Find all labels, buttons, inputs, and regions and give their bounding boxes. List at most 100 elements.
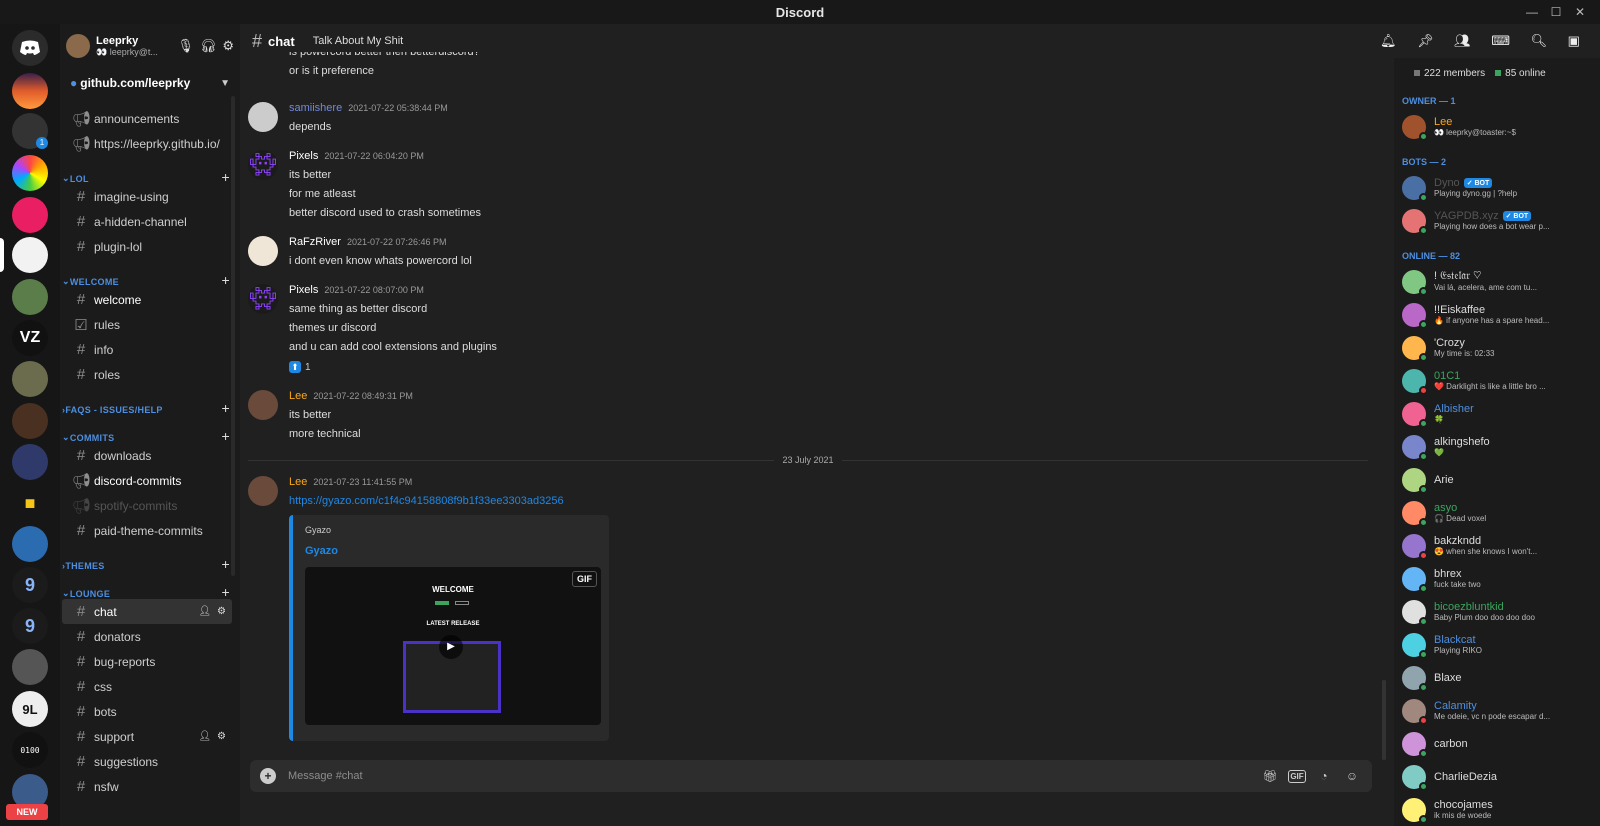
member-item[interactable]: carbon: [1394, 727, 1600, 760]
channel-imagine-using[interactable]: # imagine-using: [62, 184, 232, 209]
reaction[interactable]: ⬆ 1: [289, 358, 311, 376]
server-icon[interactable]: [12, 403, 48, 439]
discord-home-icon[interactable]: [12, 30, 48, 66]
inbox-icon[interactable]: ▣: [1568, 33, 1580, 49]
add-channel-icon[interactable]: +: [222, 585, 230, 599]
channel-welcome[interactable]: # welcome: [62, 287, 232, 312]
channel-website[interactable]: 📢︎ https://leeprky.github.io/: [62, 131, 232, 156]
server-icon[interactable]: 9: [12, 608, 48, 644]
member-item[interactable]: CharlieDezia: [1394, 760, 1600, 793]
channel-bug-reports[interactable]: # bug-reports: [62, 649, 232, 674]
channel-announcements[interactable]: 📢︎ announcements: [62, 106, 232, 131]
avatar[interactable]: [248, 476, 278, 506]
add-channel-icon[interactable]: +: [222, 170, 230, 184]
server-icon[interactable]: [12, 361, 48, 397]
member-item[interactable]: Dyno ✓ BOT Playing dyno.gg | ?help: [1394, 171, 1600, 204]
message-author[interactable]: RaFzRiver: [289, 236, 341, 248]
channel-downloads[interactable]: # downloads: [62, 443, 232, 468]
category-commits[interactable]: ⌄ COMMITS +: [60, 423, 240, 443]
microphone-icon[interactable]: 🎙︎: [177, 38, 194, 54]
channel-bots[interactable]: # bots: [62, 699, 232, 724]
chevron-down-icon[interactable]: ▼: [220, 78, 230, 89]
channel-support[interactable]: # support 👤︎ ⚙: [62, 724, 232, 749]
member-item[interactable]: Calamity Me odeie, vc n pode escapar d...: [1394, 694, 1600, 727]
server-icon[interactable]: VZ: [12, 320, 48, 356]
member-item[interactable]: Albisher 🍀: [1394, 397, 1600, 430]
add-channel-icon[interactable]: +: [222, 401, 230, 415]
chat-scrollbar[interactable]: [1382, 680, 1386, 760]
message-link[interactable]: https://gyazo.com/c1f4c94158808f9b1f33ee…: [289, 495, 564, 507]
channel-nsfw[interactable]: # nsfw: [62, 774, 232, 799]
member-item[interactable]: asyo 🎧 Dead voxel: [1394, 496, 1600, 529]
close-icon[interactable]: ✕: [1568, 0, 1592, 24]
gif-icon[interactable]: GIF: [1288, 769, 1306, 783]
avatar[interactable]: 👾︎: [248, 150, 278, 180]
channel-a-hidden-channel[interactable]: # a-hidden-channel: [62, 209, 232, 234]
server-icon-active[interactable]: [12, 237, 48, 273]
add-channel-icon[interactable]: +: [222, 429, 230, 443]
add-channel-icon[interactable]: +: [222, 557, 230, 571]
category-faqs[interactable]: › FAQS - ISSUES/HELP +: [60, 395, 240, 415]
member-item[interactable]: Arie: [1394, 463, 1600, 496]
gear-icon[interactable]: ⚙: [217, 731, 226, 742]
server-icon[interactable]: [12, 197, 48, 233]
member-item[interactable]: ! 𝔈𝔰𝔱𝔢𝔩𝔞𝔯 ♡ Vai lá, acelera, ame com tu..…: [1394, 265, 1600, 298]
server-icon[interactable]: [12, 444, 48, 480]
add-channel-icon[interactable]: +: [222, 273, 230, 287]
server-icon[interactable]: [12, 526, 48, 562]
member-item[interactable]: !!Eiskaffee 🔥 if anyone has a spare head.…: [1394, 298, 1600, 331]
avatar[interactable]: 👾︎: [248, 284, 278, 314]
member-item[interactable]: YAGPDB.xyz ✓ BOT Playing how does a bot we…: [1394, 204, 1600, 237]
add-attachment-icon[interactable]: +: [260, 768, 276, 784]
channel-chat[interactable]: # chat 👤︎ ⚙: [62, 599, 232, 624]
category-themes[interactable]: › THEMES +: [60, 551, 240, 571]
message-author[interactable]: Pixels: [289, 284, 318, 296]
play-icon[interactable]: ▶: [439, 635, 463, 659]
pin-icon[interactable]: 📌︎: [1417, 33, 1434, 49]
member-item[interactable]: bakzkndd 😍 when she knows I won't...: [1394, 529, 1600, 562]
message-author[interactable]: Lee: [289, 390, 307, 402]
avatar[interactable]: [248, 102, 278, 132]
invite-icon[interactable]: 👤︎: [198, 731, 211, 742]
keyboard-icon[interactable]: ⌨: [1491, 33, 1510, 49]
member-item[interactable]: chocojames ik mis de woede: [1394, 793, 1600, 826]
member-item[interactable]: Lee 👀 leeprky@toaster:~$: [1394, 110, 1600, 143]
channel-plugin-lol[interactable]: # plugin-lol: [62, 234, 232, 259]
server-icon[interactable]: [12, 155, 48, 191]
channel-donators[interactable]: # donators: [62, 624, 232, 649]
server-icon[interactable]: 0100: [12, 732, 48, 768]
gear-icon[interactable]: ⚙: [217, 606, 226, 617]
channel-scrollbar[interactable]: [231, 96, 235, 576]
channel-paid-theme-commits[interactable]: # paid-theme-commits: [62, 518, 232, 543]
avatar[interactable]: [66, 34, 90, 58]
member-item[interactable]: bhrex fuck take two: [1394, 562, 1600, 595]
gift-icon[interactable]: 🎁︎: [1260, 766, 1280, 786]
server-icon[interactable]: [12, 649, 48, 685]
server-icon[interactable]: [12, 279, 48, 315]
avatar[interactable]: [248, 236, 278, 266]
headphones-icon[interactable]: 🎧︎: [200, 38, 217, 54]
category-lol[interactable]: ⌄ LOL +: [60, 164, 240, 184]
emoji-icon[interactable]: ☺: [1342, 766, 1362, 786]
server-icon[interactable]: 9L: [12, 691, 48, 727]
channel-css[interactable]: # css: [62, 674, 232, 699]
member-item[interactable]: Blackcat Playing RIKO: [1394, 628, 1600, 661]
embed-title[interactable]: Gyazo: [305, 545, 597, 557]
avatar[interactable]: [248, 390, 278, 420]
member-item[interactable]: bicoezbluntkid Baby Plum doo doo doo doo: [1394, 595, 1600, 628]
category-lounge[interactable]: ⌄ LOUNGE +: [60, 579, 240, 599]
message-author[interactable]: Lee: [289, 476, 307, 488]
channel-spotify-commits[interactable]: 📢︎ spotify-commits: [62, 493, 232, 518]
server-icon[interactable]: [12, 73, 48, 109]
server-icon[interactable]: 9: [12, 567, 48, 603]
search-icon[interactable]: 🔍︎: [1531, 33, 1548, 49]
member-item[interactable]: 01C1 ❤️ Darklight is like a little bro ..…: [1394, 364, 1600, 397]
channel-info[interactable]: # info: [62, 337, 232, 362]
folder-icon[interactable]: ■: [12, 485, 48, 521]
channel-topic[interactable]: Talk About My Shit: [313, 35, 404, 47]
category-welcome[interactable]: ⌄ WELCOME +: [60, 267, 240, 287]
message-author[interactable]: Pixels: [289, 150, 318, 162]
server-name-header[interactable]: ● github.com/leeprky ▼: [60, 68, 240, 98]
member-item[interactable]: alkingshefo 💚: [1394, 430, 1600, 463]
maximize-icon[interactable]: ☐: [1544, 0, 1568, 24]
